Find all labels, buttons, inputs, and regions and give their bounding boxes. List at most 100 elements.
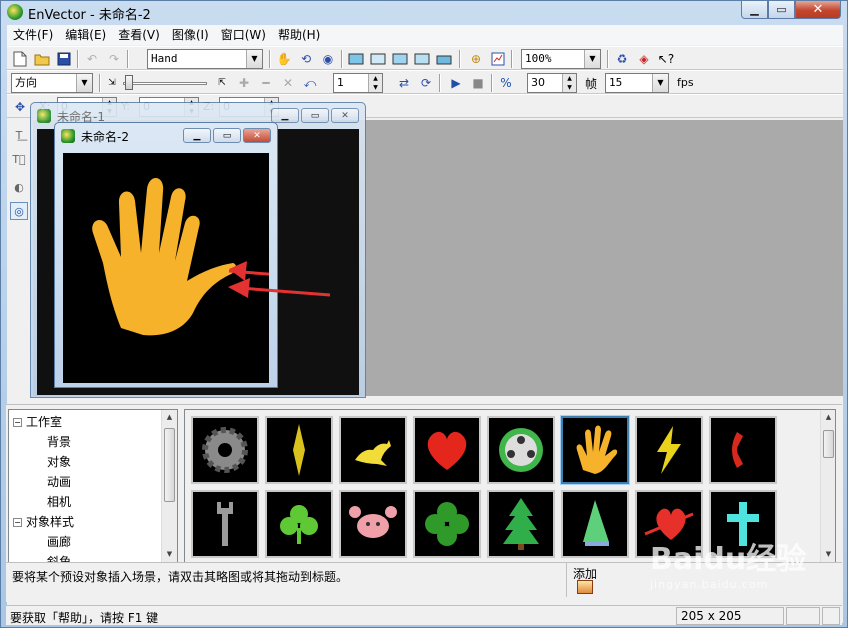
chevron-down-icon[interactable]: ▼	[246, 50, 262, 68]
maximize-button[interactable]: ▭	[768, 1, 795, 19]
select-object-icon[interactable]: ◉	[319, 50, 337, 68]
gallery-thumb[interactable]	[264, 415, 334, 485]
collapse-icon[interactable]: −	[13, 418, 22, 427]
scroll-down-icon[interactable]: ▼	[821, 547, 835, 562]
scroll-up-icon[interactable]: ▲	[162, 410, 177, 425]
redo-icon[interactable]: ↷	[105, 50, 123, 68]
heart-icon	[427, 431, 467, 470]
gallery-thumb[interactable]	[190, 489, 260, 559]
loop-back-icon[interactable]: ⤺	[301, 74, 319, 92]
tree-item[interactable]: 相机	[47, 492, 71, 512]
canvas-2[interactable]	[63, 153, 269, 383]
scroll-thumb[interactable]	[164, 428, 175, 502]
tree-item[interactable]: − 对象样式	[13, 512, 74, 532]
globe-icon[interactable]: ⊕	[467, 50, 485, 68]
refresh-icon[interactable]: ⟳	[417, 74, 435, 92]
add-key-icon[interactable]: ✚	[235, 74, 253, 92]
remove-key-icon[interactable]: ━	[257, 74, 275, 92]
minimize-button[interactable]: ▁	[183, 128, 211, 143]
menu-item-1[interactable]: 编辑(E)	[59, 25, 112, 45]
loop-icon[interactable]: ⇄	[395, 74, 413, 92]
gallery-thumb[interactable]	[486, 415, 556, 485]
app-icon[interactable]	[7, 4, 23, 20]
speed-icon[interactable]: %	[497, 74, 515, 92]
context-help-icon[interactable]: ↖?	[657, 50, 675, 68]
scroll-up-icon[interactable]: ▲	[821, 410, 835, 425]
transform-key-icon[interactable]: ✕	[279, 74, 297, 92]
collapse-icon[interactable]: −	[13, 518, 22, 527]
scroll-thumb[interactable]	[823, 430, 834, 458]
shape-combo[interactable]: Hand ▼	[147, 49, 263, 69]
tree-item[interactable]: 画廊	[47, 532, 71, 552]
fps-combo[interactable]: 15 ▼	[605, 73, 669, 93]
chevron-down-icon[interactable]: ▼	[584, 50, 600, 68]
shape-tool-icon[interactable]: ◐	[10, 178, 28, 196]
chevron-down-icon[interactable]: ▼	[652, 74, 668, 92]
zoom-combo[interactable]: 100% ▼	[521, 49, 601, 69]
tree-item[interactable]: 对象	[47, 452, 71, 472]
text-tool-icon[interactable]: T͟	[10, 126, 28, 144]
layer-front-icon[interactable]	[347, 50, 365, 68]
menu-item-4[interactable]: 窗口(W)	[215, 25, 272, 45]
maximize-button[interactable]: ▭	[213, 128, 241, 143]
chart-window-icon[interactable]	[489, 50, 507, 68]
layer-up-icon[interactable]	[391, 50, 409, 68]
close-button[interactable]: ✕	[795, 1, 841, 19]
tree-scrollbar[interactable]: ▲ ▼	[161, 410, 177, 562]
rotate-object-icon[interactable]: ⟲	[297, 50, 315, 68]
mode-combo[interactable]: 方向 ▼	[11, 73, 93, 93]
tree-item[interactable]: 动画	[47, 472, 71, 492]
position-icon[interactable]: ✥	[11, 98, 29, 116]
spin-arrows-icon[interactable]: ▲▼	[562, 74, 576, 92]
save-icon[interactable]	[55, 50, 73, 68]
palette-icon[interactable]: ◈	[635, 50, 653, 68]
gallery-thumb[interactable]	[412, 489, 482, 559]
gallery-scrollbar[interactable]: ▲ ▼	[820, 410, 835, 562]
new-file-icon[interactable]	[11, 50, 29, 68]
grab-hand-icon[interactable]: ✋	[275, 50, 293, 68]
gallery-thumb[interactable]	[560, 489, 630, 559]
add-object-button[interactable]: 添加	[566, 563, 612, 597]
gallery-thumb[interactable]	[486, 489, 556, 559]
open-folder-icon[interactable]	[33, 50, 51, 68]
gallery-thumb[interactable]	[338, 489, 408, 559]
render-icon[interactable]: ♻	[613, 50, 631, 68]
text-frame-icon[interactable]: T⃞	[10, 150, 28, 168]
object-tool-icon[interactable]: ◎	[10, 202, 28, 220]
undo-icon[interactable]: ↶	[83, 50, 101, 68]
layer-flat-icon[interactable]	[435, 50, 453, 68]
layer-down-icon[interactable]	[413, 50, 431, 68]
scroll-down-icon[interactable]: ▼	[162, 547, 177, 562]
spin-arrows-icon[interactable]: ▲▼	[368, 74, 382, 92]
gallery-thumb[interactable]	[412, 415, 482, 485]
gallery-thumb[interactable]	[634, 415, 704, 485]
tree-item[interactable]: − 工作室	[13, 412, 62, 432]
menu-item-3[interactable]: 图像(I)	[166, 25, 215, 45]
title-bar[interactable]: EnVector - 未命名-2 ▁ ▭ ✕	[1, 1, 847, 23]
timeline-slider[interactable]	[123, 75, 207, 91]
minimize-button[interactable]: ▁	[271, 108, 299, 123]
gallery-thumb[interactable]	[264, 489, 334, 559]
speed-spin[interactable]: 30 ▲ ▼	[527, 73, 577, 93]
stop-icon[interactable]: ■	[469, 74, 487, 92]
close-button[interactable]: ✕	[331, 108, 359, 123]
layer-back-icon[interactable]	[369, 50, 387, 68]
shape-combo-value: Hand	[151, 52, 178, 65]
close-button[interactable]: ✕	[243, 128, 271, 143]
tree-item[interactable]: 背景	[47, 432, 71, 452]
play-icon[interactable]: ▶	[447, 74, 465, 92]
slider-thumb[interactable]	[125, 75, 133, 90]
zoom-slider-icon: ⇱	[218, 78, 226, 88]
gallery-thumb[interactable]	[708, 415, 778, 485]
document-window-2[interactable]: 未命名-2 ▁ ▭ ✕	[54, 122, 278, 388]
gallery-thumb[interactable]	[190, 415, 260, 485]
chevron-down-icon[interactable]: ▼	[76, 74, 92, 92]
gallery-thumb[interactable]	[338, 415, 408, 485]
maximize-button[interactable]: ▭	[301, 108, 329, 123]
menu-item-2[interactable]: 查看(V)	[112, 25, 166, 45]
frame-spin[interactable]: 1 ▲ ▼	[333, 73, 383, 93]
gallery-thumb[interactable]	[560, 415, 630, 485]
minimize-button[interactable]: ▁	[741, 1, 768, 19]
menu-item-0[interactable]: 文件(F)	[7, 25, 59, 45]
menu-item-5[interactable]: 帮助(H)	[272, 25, 326, 45]
